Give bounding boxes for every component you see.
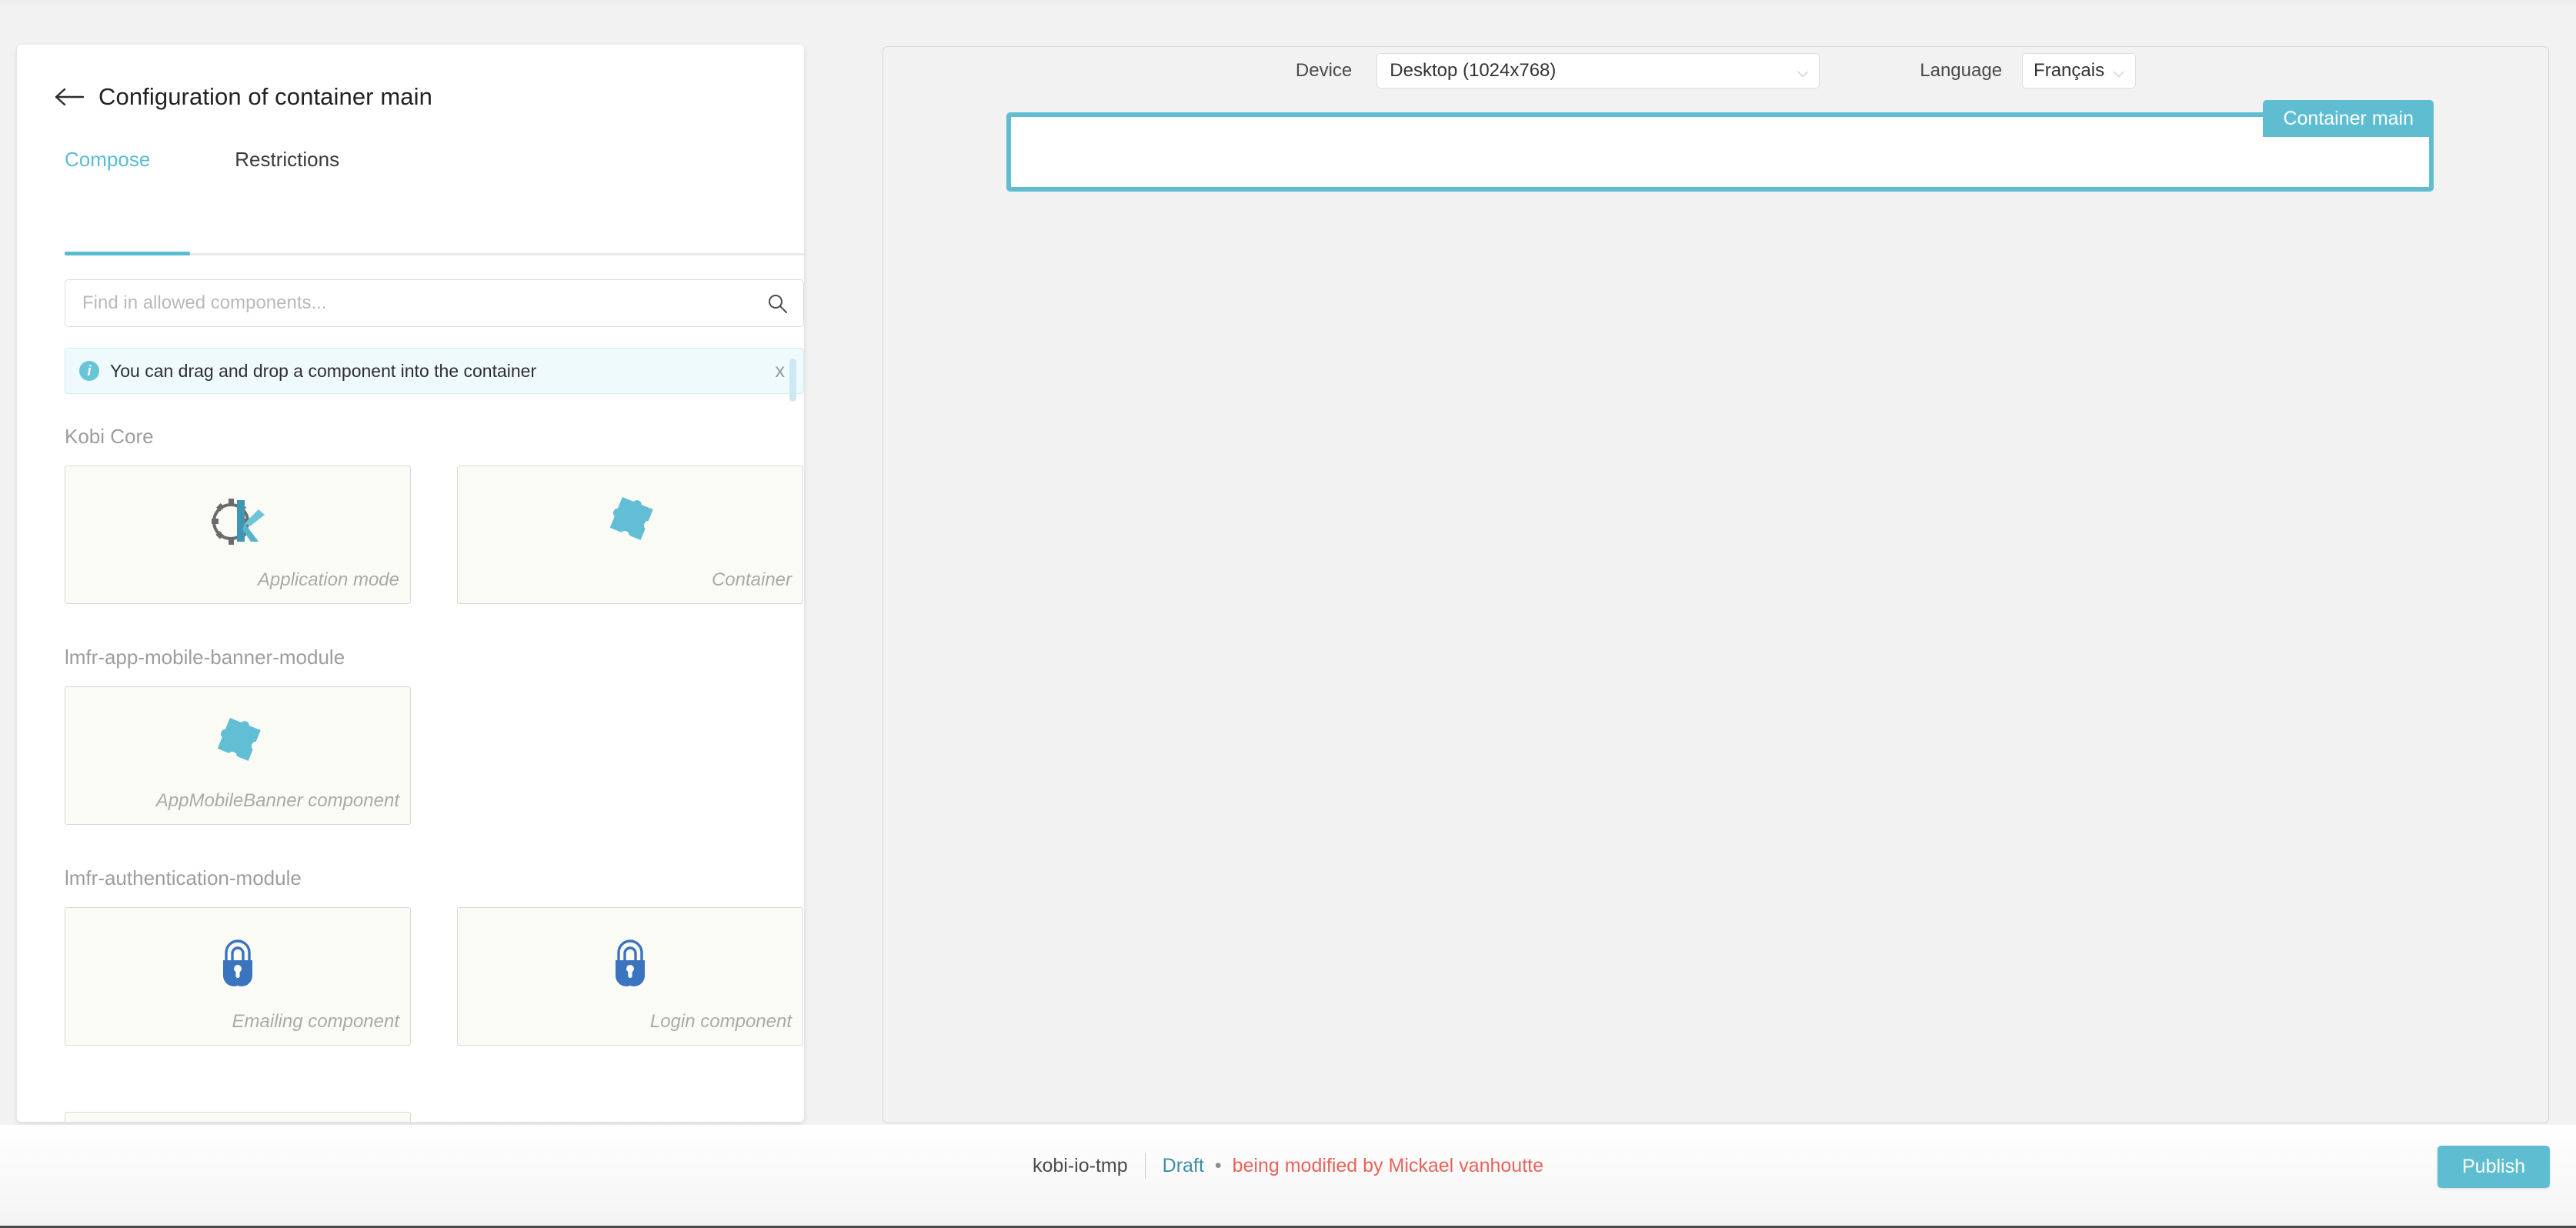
status-badge[interactable]: Draft <box>1163 1155 1204 1177</box>
language-label: Language <box>1920 60 2003 81</box>
component-card-label: Container <box>711 569 792 590</box>
component-card-label: Application mode <box>257 569 399 590</box>
component-card[interactable]: Container <box>457 466 803 604</box>
kobi-gear-k-icon <box>65 492 410 549</box>
component-card[interactable]: AppMobileBanner component <box>65 686 411 825</box>
component-card-row: Application mode Container <box>65 466 804 624</box>
page-title: Configuration of container main <box>98 83 432 110</box>
chevron-down-icon: ⌵ <box>2113 65 2125 81</box>
padlock-icon <box>458 934 802 991</box>
dropzone-label-tab[interactable]: Container main <box>2263 100 2434 137</box>
tab-active-underline <box>65 252 190 255</box>
publish-button[interactable]: Publish <box>2438 1146 2550 1188</box>
component-list-scroll: Kobi Core Application mode Container lmfr-a… <box>17 403 804 1122</box>
component-card-label: Login component <box>649 1011 792 1032</box>
component-card-row: Emailing component Login component Login c… <box>65 907 804 1122</box>
component-picker-panel: Configuration of container main Compose … <box>17 45 804 1122</box>
component-card[interactable]: Application mode <box>65 466 411 604</box>
language-select[interactable]: Français ⌵ <box>2022 53 2137 88</box>
component-card-label: AppMobileBanner component <box>155 790 399 811</box>
component-card[interactable]: Emailing component <box>65 907 411 1046</box>
device-label: Device <box>1295 60 1353 81</box>
puzzle-piece-icon <box>65 713 410 770</box>
puzzle-piece-icon <box>458 492 802 549</box>
component-card[interactable]: Login callback component <box>65 1112 411 1122</box>
preview-panel: Device Desktop (1024x768) ⌵ Language Fra… <box>883 46 2549 1123</box>
component-card-label: Emailing component <box>232 1011 399 1032</box>
info-icon: i <box>79 361 99 381</box>
status-bullet: • <box>1214 1154 1222 1176</box>
container-dropzone[interactable]: Container main <box>1006 100 2434 192</box>
search-input[interactable] <box>65 280 803 326</box>
preview-toolbar: Device Desktop (1024x768) ⌵ Language Fra… <box>883 47 2548 95</box>
padlock-icon <box>65 934 410 991</box>
search-wrapper <box>65 279 804 327</box>
component-group-title: Kobi Core <box>65 425 154 448</box>
component-card[interactable]: Login component <box>457 907 803 1046</box>
component-card-row: AppMobileBanner component <box>65 686 804 845</box>
info-banner: i You can drag and drop a component into… <box>65 348 804 394</box>
project-name: kobi-io-tmp <box>1032 1154 1128 1176</box>
chevron-down-icon: ⌵ <box>1797 65 1809 81</box>
search-box <box>65 279 804 327</box>
tab-compose[interactable]: Compose <box>65 148 150 187</box>
device-select-value: Desktop (1024x768) <box>1390 60 1557 81</box>
scrollbar-thumb[interactable] <box>789 359 796 402</box>
panel-tabs: Compose Restrictions <box>65 148 804 187</box>
app-root: Configuration of container main Compose … <box>0 0 2576 1228</box>
search-icon[interactable] <box>767 293 788 314</box>
tab-restrictions[interactable]: Restrictions <box>235 148 339 187</box>
component-groups: Kobi Core Application mode Container lmfr-a… <box>17 425 804 1122</box>
component-group-title: lmfr-authentication-module <box>65 866 302 889</box>
back-arrow-icon[interactable] <box>52 80 86 114</box>
status-bar: kobi-io-tmp Draft • being modified by Mi… <box>0 1125 2576 1226</box>
status-divider <box>1144 1153 1146 1179</box>
info-banner-text: You can drag and drop a component into t… <box>110 360 537 381</box>
close-icon[interactable]: x <box>771 360 790 382</box>
panel-header: Configuration of container main <box>17 45 804 114</box>
component-group-title: lmfr-app-mobile-banner-module <box>65 646 345 669</box>
status-center: kobi-io-tmp Draft • being modified by Mi… <box>0 1153 2576 1179</box>
scrollbar-track[interactable] <box>789 359 796 1120</box>
language-group: Language Français ⌵ <box>1920 53 2137 88</box>
device-select[interactable]: Desktop (1024x768) ⌵ <box>1376 53 1820 88</box>
modified-by-text: being modified by Mickael vanhoutte <box>1232 1154 1544 1176</box>
